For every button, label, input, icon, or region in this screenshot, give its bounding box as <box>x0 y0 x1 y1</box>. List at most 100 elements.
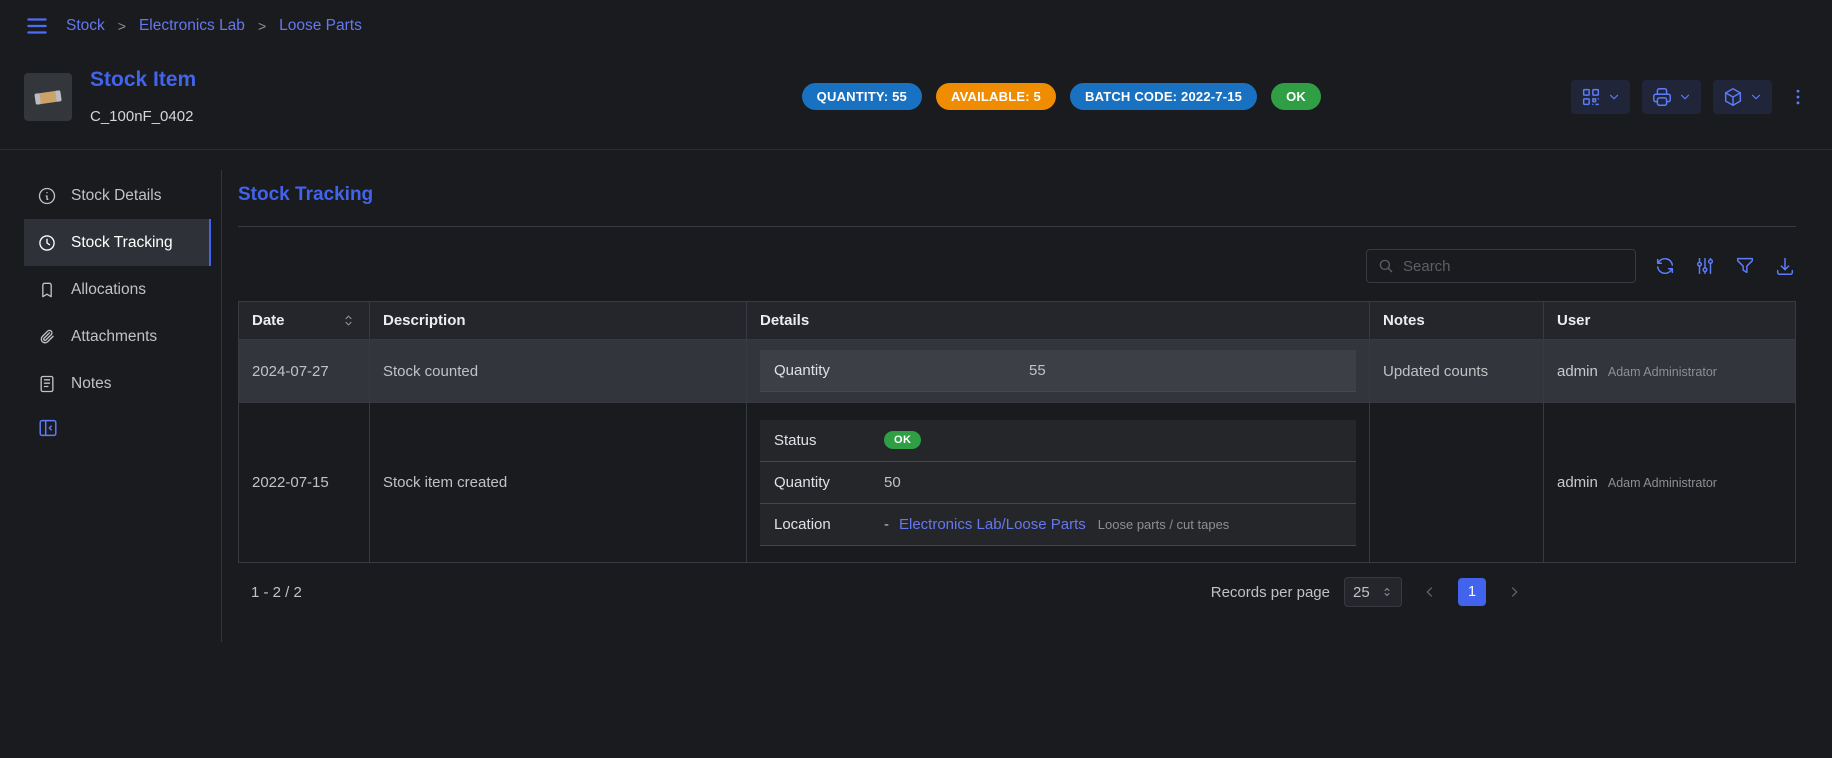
notes-cell: Updated counts <box>1370 340 1544 403</box>
column-header-description[interactable]: Description <box>370 302 747 340</box>
records-per-page-label: Records per page <box>1211 584 1330 601</box>
column-header-details[interactable]: Details <box>747 302 1370 340</box>
batch-code-badge: BATCH CODE: 2022-7-15 <box>1070 83 1257 110</box>
date-cell: 2022-07-15 <box>239 403 370 563</box>
breadcrumb-link-stock[interactable]: Stock <box>66 17 105 35</box>
search-input[interactable] <box>1403 258 1625 275</box>
quantity-badge: QUANTITY: 55 <box>802 83 922 110</box>
bookmark-icon <box>37 280 57 300</box>
detail-location-row: Location - Electronics Lab/Loose Parts L… <box>760 504 1356 546</box>
part-name: C_100nF_0402 <box>90 108 196 125</box>
next-page-button[interactable] <box>1500 578 1528 606</box>
collapse-sidebar-button[interactable] <box>24 417 211 439</box>
sidebar-item-label: Notes <box>71 375 112 393</box>
selector-icon <box>1381 586 1393 598</box>
previous-page-button[interactable] <box>1416 578 1444 606</box>
chevron-right-icon <box>1506 584 1522 600</box>
detail-status-row: Status OK <box>760 420 1356 462</box>
more-actions-button[interactable] <box>1788 87 1808 107</box>
stock-tracking-table: Date Description Details Notes User 20 <box>238 301 1796 563</box>
title-block: Stock Item C_100nF_0402 <box>90 68 196 125</box>
username: admin <box>1557 474 1598 491</box>
chevron-left-icon <box>1422 584 1438 600</box>
stock-actions-button[interactable] <box>1713 80 1772 114</box>
status-badges: QUANTITY: 55 AVAILABLE: 5 BATCH CODE: 20… <box>802 83 1321 110</box>
record-range: 1 - 2 / 2 <box>251 584 302 601</box>
table-header-row: Date Description Details Notes User <box>239 302 1796 340</box>
detail-quantity-row: Quantity 50 <box>760 462 1356 504</box>
column-header-date[interactable]: Date <box>239 302 370 340</box>
available-badge: AVAILABLE: 5 <box>936 83 1056 110</box>
barcode-actions-button[interactable] <box>1571 80 1630 114</box>
location-description: Loose parts / cut tapes <box>1098 517 1230 532</box>
content-area: Stock Details Stock Tracking Allocations… <box>0 150 1832 642</box>
table-toolbar <box>238 249 1796 283</box>
records-per-page-select[interactable]: 25 <box>1344 577 1402 607</box>
qrcode-icon <box>1580 86 1602 108</box>
panel-heading: Stock Tracking <box>238 170 1796 227</box>
filter-button[interactable] <box>1734 255 1756 277</box>
table-row: 2022-07-15 Stock item created Status OK … <box>239 403 1796 563</box>
history-icon <box>37 233 57 253</box>
chevron-down-icon <box>1607 90 1621 104</box>
capacitor-image <box>31 85 65 109</box>
date-cell: 2024-07-27 <box>239 340 370 403</box>
breadcrumb-separator: > <box>258 18 266 34</box>
breadcrumb-link-loose-parts[interactable]: Loose Parts <box>279 17 362 35</box>
info-icon <box>37 186 57 206</box>
user-cell: admin Adam Administrator <box>1544 340 1796 403</box>
top-navigation-bar: Stock > Electronics Lab > Loose Parts <box>0 0 1832 52</box>
details-cell: Status OK Quantity 50 Location - Electro… <box>747 403 1370 563</box>
column-header-user[interactable]: User <box>1544 302 1796 340</box>
sidebar-item-stock-details[interactable]: Stock Details <box>24 172 211 219</box>
user-full-name: Adam Administrator <box>1608 476 1717 490</box>
user-cell: admin Adam Administrator <box>1544 403 1796 563</box>
download-icon <box>1774 255 1796 277</box>
location-dash: - <box>884 516 889 533</box>
package-icon <box>1722 86 1744 108</box>
page-title: Stock Item <box>90 68 196 92</box>
detail-value: 55 <box>1029 362 1046 379</box>
detail-key: Location <box>774 516 884 533</box>
table-options-button[interactable] <box>1694 255 1716 277</box>
print-actions-button[interactable] <box>1642 80 1701 114</box>
refresh-icon <box>1654 255 1676 277</box>
sidebar-item-allocations[interactable]: Allocations <box>24 266 211 313</box>
breadcrumb-link-electronics-lab[interactable]: Electronics Lab <box>139 17 245 35</box>
panel-sidebar: Stock Details Stock Tracking Allocations… <box>0 170 222 642</box>
sort-icon[interactable] <box>341 313 356 328</box>
sidebar-item-label: Stock Details <box>71 187 161 205</box>
notes-icon <box>37 374 57 394</box>
chevron-down-icon <box>1749 90 1763 104</box>
user-full-name: Adam Administrator <box>1608 365 1717 379</box>
header-actions <box>1571 80 1808 114</box>
description-cell: Stock counted <box>370 340 747 403</box>
sidebar-item-stock-tracking[interactable]: Stock Tracking <box>24 219 211 266</box>
table-row: 2024-07-27 Stock counted Quantity 55 Upd… <box>239 340 1796 403</box>
sidebar-item-notes[interactable]: Notes <box>24 360 211 407</box>
sidebar-item-label: Attachments <box>71 328 157 346</box>
ok-status-badge: OK <box>884 431 921 449</box>
page-1-button[interactable]: 1 <box>1458 578 1486 606</box>
table-footer: 1 - 2 / 2 Records per page 25 1 <box>238 563 1796 621</box>
breadcrumb-separator: > <box>118 18 126 34</box>
part-thumbnail[interactable] <box>24 73 72 121</box>
breadcrumb: Stock > Electronics Lab > Loose Parts <box>66 17 362 35</box>
paperclip-icon <box>37 327 57 347</box>
refresh-button[interactable] <box>1654 255 1676 277</box>
detail-value: 50 <box>884 474 901 491</box>
dots-vertical-icon <box>1788 87 1808 107</box>
location-link[interactable]: Electronics Lab/Loose Parts <box>899 516 1086 533</box>
sidebar-item-attachments[interactable]: Attachments <box>24 313 211 360</box>
sidebar-item-label: Stock Tracking <box>71 234 173 252</box>
adjustments-icon <box>1694 255 1716 277</box>
stock-item-header: Stock Item C_100nF_0402 QUANTITY: 55 AVA… <box>0 52 1832 150</box>
ok-status-badge: OK <box>1271 83 1321 110</box>
column-header-notes[interactable]: Notes <box>1370 302 1544 340</box>
printer-icon <box>1651 86 1673 108</box>
detail-key: Quantity <box>774 362 884 379</box>
hamburger-menu-icon[interactable] <box>24 13 50 39</box>
username: admin <box>1557 363 1598 380</box>
download-button[interactable] <box>1774 255 1796 277</box>
chevron-down-icon <box>1678 90 1692 104</box>
